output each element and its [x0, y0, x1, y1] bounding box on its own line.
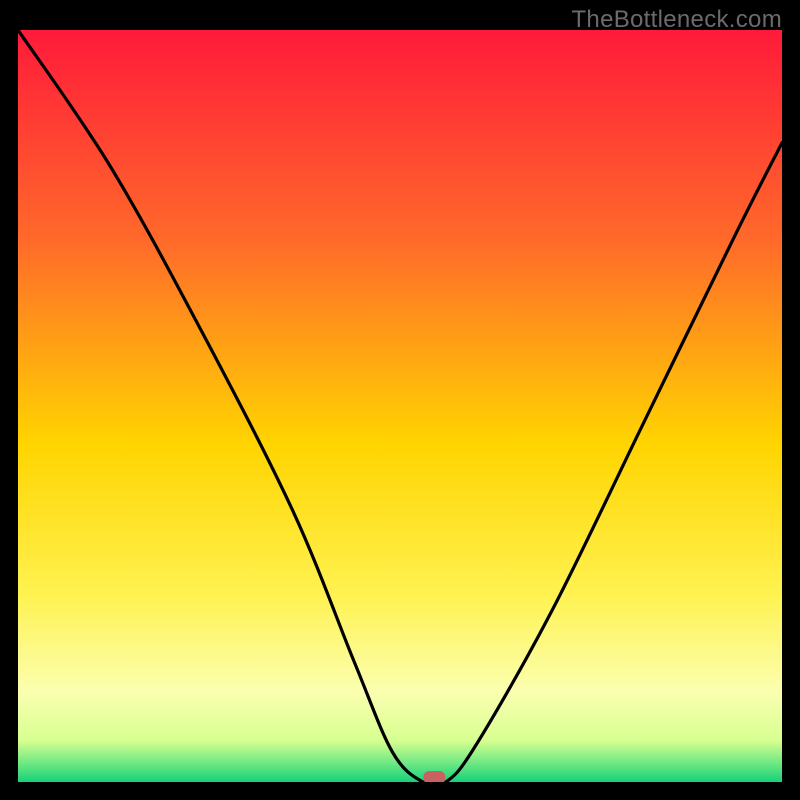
chart-frame — [18, 30, 782, 782]
bottleneck-chart — [18, 30, 782, 782]
optimum-marker — [423, 771, 445, 782]
chart-background — [18, 30, 782, 782]
